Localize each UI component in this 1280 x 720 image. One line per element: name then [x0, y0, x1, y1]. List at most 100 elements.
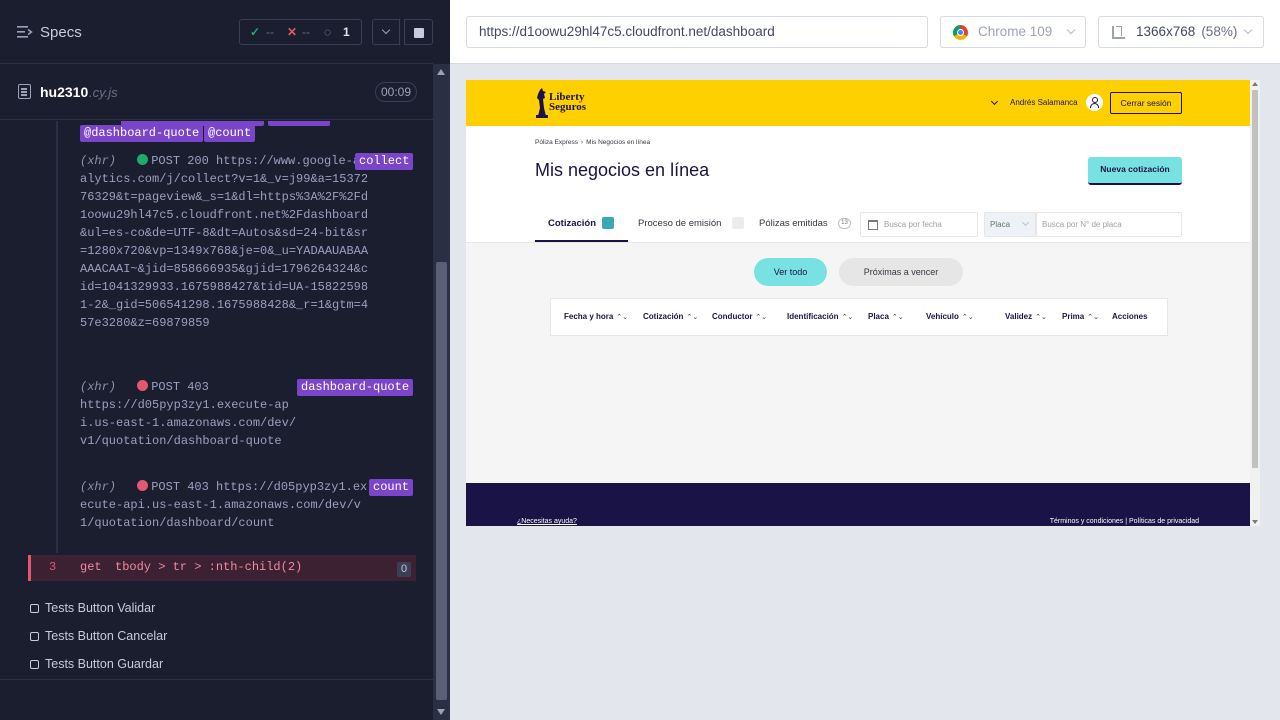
xhr-type-label: (xhr) — [80, 154, 117, 168]
new-quote-button[interactable]: Nueva cotización — [1088, 157, 1182, 185]
tab-indicator-icon — [732, 217, 744, 229]
stop-button[interactable] — [404, 19, 433, 45]
xhr-method-status: POST 403 — [151, 380, 209, 394]
help-link[interactable]: ¿Necesitas ayuda? — [517, 518, 577, 525]
alias-badge-clipped-2 — [268, 121, 330, 126]
sort-icon: ⌃⌄ — [961, 314, 974, 321]
viewport-ruler-icon — [1112, 26, 1125, 39]
alias-badge-count[interactable]: count — [369, 479, 414, 496]
scroll-up-arrow-icon[interactable] — [1252, 82, 1258, 86]
tab-count-badge: 13 — [838, 218, 851, 229]
column-header-cotizacion[interactable]: Cotización ⌃⌄ — [643, 312, 698, 321]
alias-badge-collect[interactable]: collect — [355, 153, 414, 170]
calendar-icon — [868, 220, 878, 230]
tab-label: Cotización — [548, 218, 597, 229]
quotes-content: Ver todo Próximas a vencer Fecha y hora ⌃… — [466, 242, 1250, 483]
quotes-table-header: Fecha y hora ⌃⌄ Cotización ⌃⌄ Conductor ⌃⌄ … — [550, 298, 1168, 336]
test-title: Tests Button Cancelar — [45, 629, 168, 643]
passed-check-icon: ✓ — [250, 25, 261, 39]
status-dot-red-icon — [137, 380, 149, 391]
scroll-down-arrow-icon[interactable] — [1252, 520, 1258, 524]
tab-label: Pólizas emitidas — [759, 218, 828, 229]
tab-cotizacion[interactable]: Cotización — [535, 208, 628, 242]
viewport-info[interactable]: 1366x768 (58%) — [1098, 16, 1264, 48]
alias-badge-dashboard-quote[interactable]: dashboard-quote — [297, 379, 414, 396]
options-dropdown-button[interactable] — [372, 19, 400, 45]
scroll-up-arrow-icon[interactable] — [437, 69, 445, 75]
viewport-size: 1366x768 (58%) — [1136, 24, 1238, 39]
column-header-conductor[interactable]: Conductor ⌃⌄ — [712, 312, 767, 321]
pending-test-icon — [30, 632, 39, 641]
test-stats: ✓ -- ✕ -- ◌ 1 — [239, 19, 362, 45]
xhr-url: https://d05pyp3zy1.execute-api.us-east-1… — [80, 398, 297, 448]
xhr-log-entry[interactable]: (xhr) POST 403 https://d05pyp3zy1.execut… — [80, 478, 370, 550]
statue-of-liberty-icon — [536, 88, 548, 118]
column-header-placa[interactable]: Placa ⌃⌄ — [868, 312, 904, 321]
user-name[interactable]: Andrés Salamanca — [1010, 98, 1078, 107]
browser-label: Chrome 109 — [978, 24, 1053, 39]
tab-polizas-emitidas[interactable]: Pólizas emitidas 13 — [748, 208, 855, 242]
command-number: 3 — [49, 560, 57, 574]
plate-search-placeholder: Busca por N° de placa — [1042, 220, 1122, 229]
app-scrollbar[interactable] — [1250, 80, 1260, 526]
scrollbar-thumb[interactable] — [1252, 90, 1258, 468]
tab-proceso-emision[interactable]: Proceso de emisión — [628, 208, 748, 242]
xhr-log-entry[interactable]: (xhr) POST 200 https://www.google-analyt… — [80, 152, 370, 368]
liberty-logo[interactable]: Liberty Seguros — [535, 88, 605, 118]
date-search-input[interactable]: Busca por fecha — [860, 212, 978, 237]
app-under-test: Liberty Seguros Andrés Salamanca Cerrar … — [466, 80, 1250, 526]
user-avatar-icon[interactable] — [1086, 94, 1103, 111]
passed-count: -- — [266, 25, 274, 39]
filter-expiring-button[interactable]: Próximas a vencer — [839, 258, 963, 286]
sort-icon: ⌃⌄ — [686, 314, 699, 321]
plate-search-input[interactable]: Busca por N° de placa — [1036, 212, 1182, 237]
app-header: Liberty Seguros Andrés Salamanca Cerrar … — [466, 80, 1250, 126]
specs-list-icon[interactable] — [17, 25, 33, 39]
xhr-type-label: (xhr) — [80, 480, 117, 494]
url-bar[interactable]: https://d1oowu29hl47c5.cloudfront.net/da… — [466, 16, 928, 48]
scroll-down-arrow-icon[interactable] — [437, 709, 445, 715]
failed-command-row[interactable]: 3 get tbody > tr > :nth-child(2) 0 — [28, 555, 416, 581]
chevron-down-icon[interactable] — [990, 97, 999, 106]
spec-file-ext: .cy.js — [89, 85, 118, 100]
tab-label: Proceso de emisión — [638, 218, 722, 229]
chevron-down-icon — [1243, 25, 1253, 35]
pending-spinner-icon: ◌ — [324, 25, 332, 39]
breadcrumb-item[interactable]: Póliza Express — [535, 139, 578, 146]
specs-header: Specs ✓ -- ✕ -- ◌ 1 — [0, 0, 433, 64]
spec-duration: 00:09 — [375, 82, 417, 102]
status-dot-green-icon — [137, 154, 149, 165]
column-header-validez[interactable]: Validez ⌃⌄ — [1005, 312, 1047, 321]
spec-file-name[interactable]: hu2310 — [40, 84, 88, 100]
column-header-prima[interactable]: Prima ⌃⌄ — [1062, 312, 1099, 321]
test-title: Tests Button Guardar — [45, 657, 164, 671]
pending-count: 1 — [343, 25, 350, 39]
aut-header: https://d1oowu29hl47c5.cloudfront.net/da… — [450, 0, 1280, 64]
column-header-vehiculo[interactable]: Vehículo ⌃⌄ — [926, 312, 974, 321]
sort-icon: ⌃⌄ — [1087, 314, 1099, 321]
logout-button[interactable]: Cerrar sesión — [1110, 92, 1182, 114]
divider — [0, 679, 433, 680]
plate-select-value: Placa — [990, 220, 1011, 229]
command-log-scrollbar[interactable] — [433, 64, 450, 720]
plate-type-select[interactable]: Placa — [984, 212, 1036, 237]
alias-badge-dashboard-quote[interactable]: @dashboard-quote — [80, 125, 204, 142]
command-log: @dashboard-quote @count (xhr) POST 200 h… — [0, 121, 433, 679]
alias-badge-count[interactable]: @count — [204, 125, 256, 142]
filter-all-button[interactable]: Ver todo — [754, 258, 827, 286]
viewport-scale: (58%) — [1201, 24, 1238, 39]
scrollbar-thumb[interactable] — [436, 262, 447, 700]
sort-icon: ⌃⌄ — [616, 314, 629, 321]
tab-bar: Cotización Proceso de emisión Pólizas em… — [535, 208, 1182, 242]
column-header-fecha[interactable]: Fecha y hora ⌃⌄ — [564, 312, 628, 321]
specs-title[interactable]: Specs — [40, 24, 82, 41]
column-header-identificacion[interactable]: Identificación ⌃⌄ — [787, 312, 853, 321]
chevron-down-icon — [1021, 218, 1030, 227]
tab-indicator-icon — [602, 217, 614, 229]
pending-test-icon — [30, 604, 39, 613]
legal-links[interactable]: Términos y condiciones | Políticas de pr… — [1050, 518, 1199, 525]
status-dot-red-icon — [137, 480, 149, 491]
browser-selector[interactable]: Chrome 109 — [940, 16, 1086, 48]
date-search-placeholder: Busca por fecha — [884, 220, 942, 229]
failed-x-icon: ✕ — [287, 25, 298, 39]
